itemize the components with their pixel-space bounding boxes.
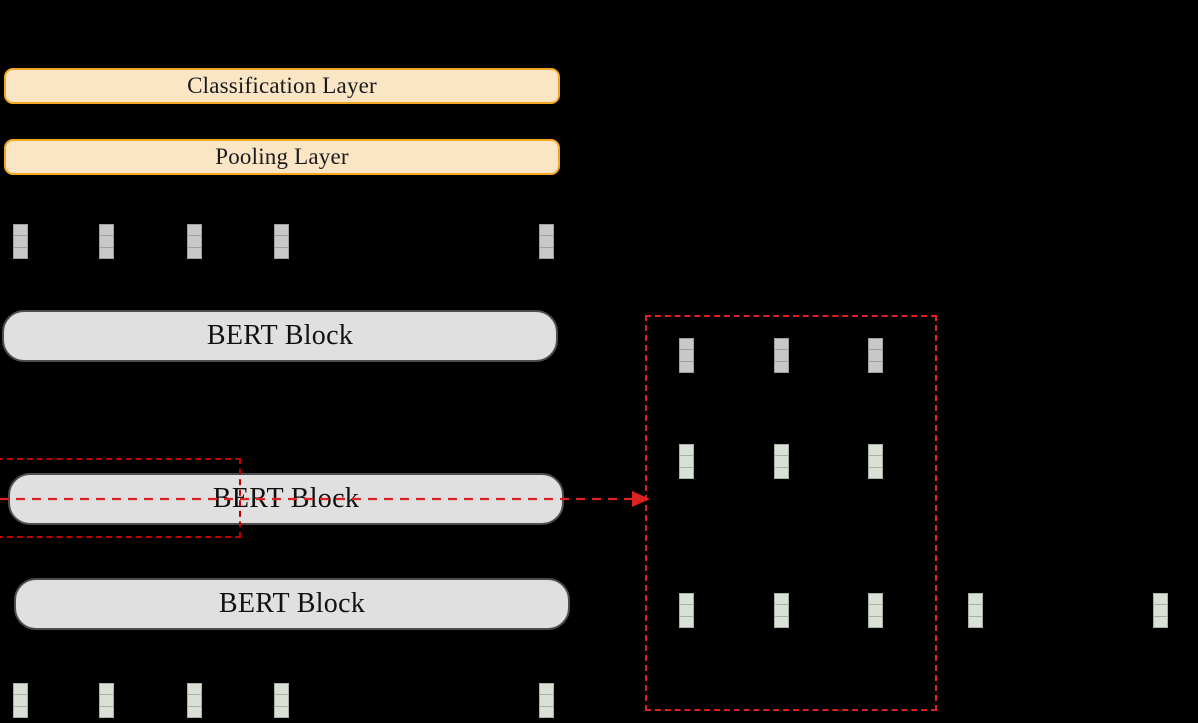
token-cell: [100, 707, 113, 717]
classification-layer-box[interactable]: Classification Layer: [4, 68, 560, 104]
token-cell: [14, 225, 27, 237]
token-embedding: [99, 224, 114, 259]
token-cell: [275, 236, 288, 248]
token-cell: [100, 248, 113, 258]
token-cell: [14, 707, 27, 717]
token-cell: [1154, 617, 1167, 627]
token-cell: [540, 695, 553, 707]
token-cell: [14, 236, 27, 248]
token-cell: [100, 236, 113, 248]
token-cell: [100, 684, 113, 696]
token-cell: [14, 248, 27, 258]
token-embedding: [274, 224, 289, 259]
token-cell: [275, 684, 288, 696]
bert-block-bottom-label: BERT Block: [218, 588, 366, 619]
token-embedding: [187, 683, 202, 718]
token-embedding: [274, 683, 289, 718]
token-cell: [275, 248, 288, 258]
token-cell: [540, 248, 553, 258]
token-embedding: [968, 593, 983, 628]
token-embedding: [1153, 593, 1168, 628]
classification-layer-label: Classification Layer: [187, 73, 377, 98]
bert-block-top[interactable]: BERT Block: [2, 310, 558, 362]
token-cell: [14, 695, 27, 707]
token-embedding: [187, 224, 202, 259]
token-cell: [1154, 605, 1167, 617]
token-cell: [540, 684, 553, 696]
token-cell: [969, 594, 982, 606]
token-embedding: [539, 224, 554, 259]
token-cell: [540, 225, 553, 237]
bert-block-top-label: BERT Block: [206, 320, 354, 351]
token-cell: [1154, 594, 1167, 606]
token-embedding: [13, 683, 28, 718]
token-cell: [969, 617, 982, 627]
token-cell: [100, 695, 113, 707]
token-cell: [188, 248, 201, 258]
pooling-layer-box[interactable]: Pooling Layer: [4, 139, 560, 175]
token-cell: [275, 225, 288, 237]
token-cell: [540, 707, 553, 717]
token-cell: [969, 605, 982, 617]
token-cell: [188, 225, 201, 237]
token-cell: [188, 707, 201, 717]
token-cell: [188, 236, 201, 248]
token-embedding: [13, 224, 28, 259]
token-cell: [540, 236, 553, 248]
token-cell: [14, 684, 27, 696]
diagram-canvas: Classification Layer Pooling Layer BERT …: [0, 0, 1198, 723]
token-cell: [188, 684, 201, 696]
token-cell: [100, 225, 113, 237]
detail-highlight-region: [645, 315, 937, 711]
token-cell: [188, 695, 201, 707]
source-highlight-region: [0, 458, 241, 538]
bert-block-bottom[interactable]: BERT Block: [14, 578, 570, 630]
token-cell: [275, 707, 288, 717]
token-embedding: [99, 683, 114, 718]
token-embedding: [539, 683, 554, 718]
pooling-layer-label: Pooling Layer: [215, 144, 349, 169]
token-cell: [275, 695, 288, 707]
